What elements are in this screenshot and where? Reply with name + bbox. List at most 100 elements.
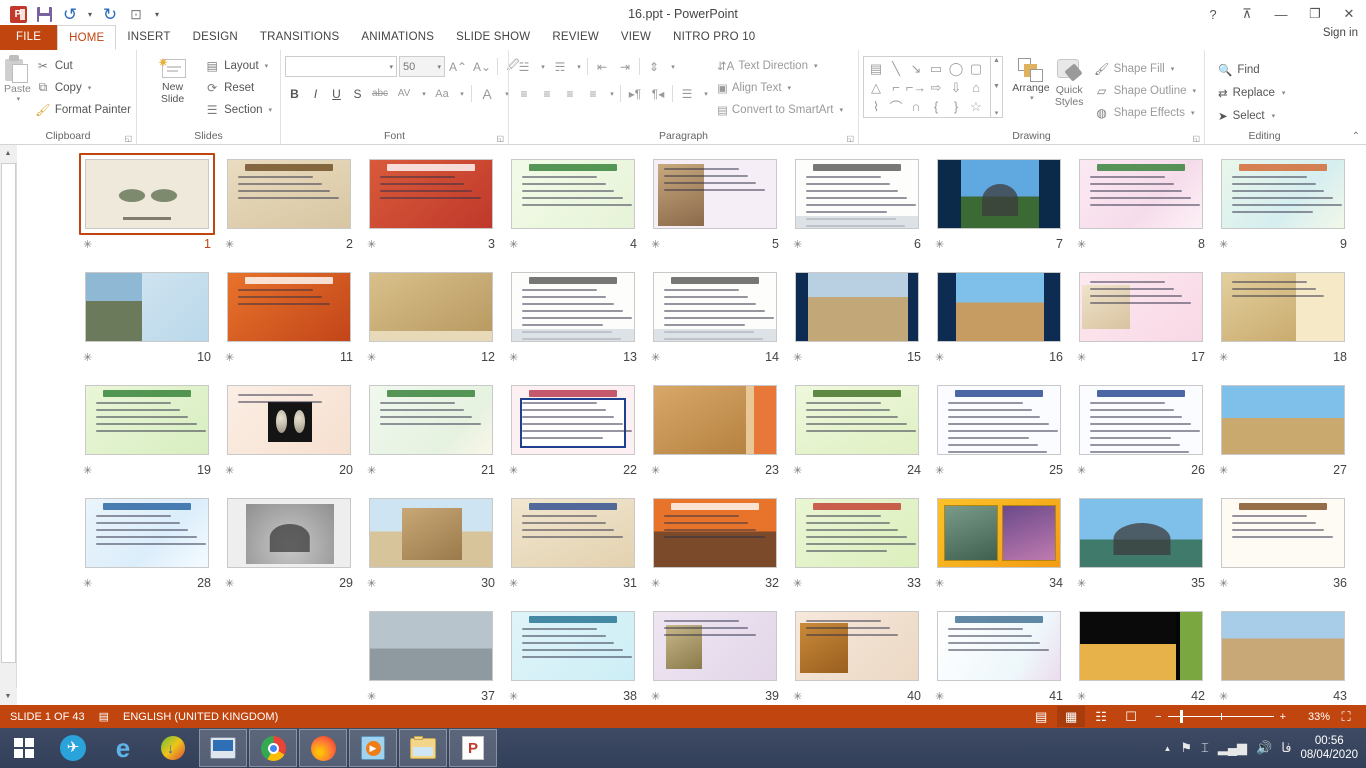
tab-insert[interactable]: INSERT	[116, 25, 181, 50]
animation-star-icon[interactable]: ✳	[1219, 464, 1228, 477]
select-button[interactable]: ➤ Select ▾	[1215, 105, 1285, 127]
numbering-button[interactable]: ☴	[549, 56, 571, 77]
slide-thumbnail-34[interactable]: ✳34	[928, 492, 1070, 604]
animation-star-icon[interactable]: ✳	[367, 351, 376, 364]
animation-star-icon[interactable]: ✳	[509, 464, 518, 477]
bullets-button[interactable]: ☱	[513, 56, 535, 77]
animation-star-icon[interactable]: ✳	[793, 690, 802, 703]
shape-rounded-rect-icon[interactable]: ▢	[966, 59, 986, 78]
animation-star-icon[interactable]: ✳	[793, 238, 802, 251]
tab-review[interactable]: REVIEW	[541, 25, 610, 50]
slide-thumbnail-30[interactable]: ✳30	[360, 492, 502, 604]
animation-star-icon[interactable]: ✳	[1219, 238, 1228, 251]
volume-icon[interactable]: 🔊	[1256, 740, 1272, 756]
animation-star-icon[interactable]: ✳	[1077, 238, 1086, 251]
find-button[interactable]: 🔍 Find	[1215, 59, 1285, 81]
decrease-font-size-icon[interactable]: A⌄	[471, 56, 493, 77]
animation-star-icon[interactable]: ✳	[509, 577, 518, 590]
animation-star-icon[interactable]: ✳	[367, 577, 376, 590]
animation-star-icon[interactable]: ✳	[935, 577, 944, 590]
signal-icon[interactable]: ▂▄▆	[1218, 740, 1247, 756]
ltr-text-direction-button[interactable]: ▸¶	[624, 83, 646, 104]
slide-thumbnail-40[interactable]: ✳40	[786, 605, 928, 705]
clipboard-dialog-launcher[interactable]: ◱	[124, 134, 132, 143]
slide-thumbnail-1[interactable]: ✳1	[76, 153, 218, 265]
rtl-text-direction-button[interactable]: ¶◂	[647, 83, 669, 104]
shapes-gallery[interactable]: ▤ ╲ ↘ ▭ ◯ ▢ △ ⌐ ⌐→ ⇨ ⇩ ⌂ ⌇ ⌒ ∩	[863, 56, 1003, 118]
animation-star-icon[interactable]: ✳	[793, 577, 802, 590]
undo-icon[interactable]: ↺	[58, 3, 82, 25]
shape-freeform-icon[interactable]: ⌇	[866, 97, 886, 116]
animation-star-icon[interactable]: ✳	[1077, 690, 1086, 703]
strikethrough-button[interactable]: abc	[369, 83, 391, 104]
scroll-up-button[interactable]: ▲	[0, 145, 17, 162]
slide-thumbnail-23[interactable]: ✳23	[644, 379, 786, 491]
gallery-scroll-down-icon[interactable]: ▼	[993, 83, 1000, 90]
zoom-in-button[interactable]: +	[1280, 711, 1286, 723]
slide-thumbnail-15[interactable]: ✳15	[786, 266, 928, 378]
text-shadow-button[interactable]: S	[348, 83, 367, 104]
slide-sorter-view-button[interactable]: ▦	[1057, 706, 1085, 727]
network-error-icon[interactable]: ⚑	[1180, 740, 1192, 756]
shape-left-brace-icon[interactable]: {	[926, 97, 946, 116]
slide-thumbnail-31[interactable]: ✳31	[502, 492, 644, 604]
tab-animations[interactable]: ANIMATIONS	[350, 25, 445, 50]
animation-star-icon[interactable]: ✳	[793, 351, 802, 364]
slide-thumbnail-42[interactable]: ✳42	[1070, 605, 1212, 705]
redo-icon[interactable]: ↻	[98, 3, 122, 25]
animation-star-icon[interactable]: ✳	[935, 464, 944, 477]
shape-curve-icon[interactable]: ∩	[906, 97, 926, 116]
sign-in-link[interactable]: Sign in	[1323, 27, 1358, 39]
shape-triangle-icon[interactable]: △	[866, 78, 886, 97]
character-spacing-dropdown-icon[interactable]: ▾	[417, 83, 429, 104]
character-spacing-button[interactable]: AV	[393, 83, 415, 104]
justify-button[interactable]: ≡	[582, 83, 604, 104]
language-indicator[interactable]: فا	[1281, 740, 1291, 756]
slide-thumbnail-36[interactable]: ✳36	[1212, 492, 1354, 604]
fit-to-window-button[interactable]: ⛶	[1332, 706, 1360, 727]
animation-star-icon[interactable]: ✳	[1077, 464, 1086, 477]
slide-thumbnail-14[interactable]: ✳14	[644, 266, 786, 378]
slide-thumbnail-17[interactable]: ✳17	[1070, 266, 1212, 378]
slide-thumbnail-2[interactable]: ✳2	[218, 153, 360, 265]
tab-nitro-pro[interactable]: NITRO PRO 10	[662, 25, 766, 50]
slide-thumbnail-19[interactable]: ✳19	[76, 379, 218, 491]
paste-button[interactable]: Paste ▾	[4, 53, 31, 103]
animation-star-icon[interactable]: ✳	[509, 238, 518, 251]
line-spacing-dropdown-icon[interactable]: ▾	[666, 56, 678, 77]
zoom-out-button[interactable]: −	[1155, 711, 1161, 723]
slide-thumbnail-29[interactable]: ✳29	[218, 492, 360, 604]
animation-star-icon[interactable]: ✳	[83, 464, 92, 477]
spell-check-icon[interactable]: ▤	[99, 710, 109, 723]
slide-thumbnail-12[interactable]: ✳12	[360, 266, 502, 378]
animation-star-icon[interactable]: ✳	[225, 464, 234, 477]
decrease-indent-button[interactable]: ⇤	[591, 56, 613, 77]
columns-dropdown-icon[interactable]: ▾	[699, 83, 711, 104]
gallery-scroll-up-icon[interactable]: ▲	[993, 57, 1000, 64]
shape-arrow-icon[interactable]: ↘	[906, 59, 926, 78]
slide-thumbnail-28[interactable]: ✳28	[76, 492, 218, 604]
slide-thumbnail-38[interactable]: ✳38	[502, 605, 644, 705]
animation-star-icon[interactable]: ✳	[83, 577, 92, 590]
taskbar-mozilla-firefox[interactable]	[299, 729, 347, 767]
font-dialog-launcher[interactable]: ◱	[496, 134, 504, 143]
animation-star-icon[interactable]: ✳	[225, 351, 234, 364]
taskbar-telegram[interactable]: ✈	[49, 729, 97, 767]
replace-button[interactable]: ⇄ Replace ▾	[1215, 82, 1285, 104]
slide-thumbnail-43[interactable]: ✳43	[1212, 605, 1354, 705]
slide-thumbnail-35[interactable]: ✳35	[1070, 492, 1212, 604]
help-button[interactable]: ?	[1196, 1, 1230, 27]
taskbar-remote-desktop[interactable]	[199, 729, 247, 767]
drawing-dialog-launcher[interactable]: ◱	[1192, 134, 1200, 143]
underline-button[interactable]: U	[327, 83, 346, 104]
shape-rectangle-icon[interactable]: ▭	[926, 59, 946, 78]
animation-star-icon[interactable]: ✳	[651, 351, 660, 364]
slide-thumbnail-32[interactable]: ✳32	[644, 492, 786, 604]
increase-indent-button[interactable]: ⇥	[614, 56, 636, 77]
taskbar-media-player[interactable]: ▶	[349, 729, 397, 767]
quick-styles-button[interactable]: Quick Styles	[1051, 56, 1088, 108]
shape-outline-button[interactable]: ▱ Shape Outline ▾	[1090, 80, 1200, 101]
slide-thumbnail-9[interactable]: ✳9	[1212, 153, 1354, 265]
text-direction-button[interactable]: ⇵A Text Direction ▾	[717, 55, 843, 76]
taskbar-internet-explorer[interactable]: e	[99, 729, 147, 767]
